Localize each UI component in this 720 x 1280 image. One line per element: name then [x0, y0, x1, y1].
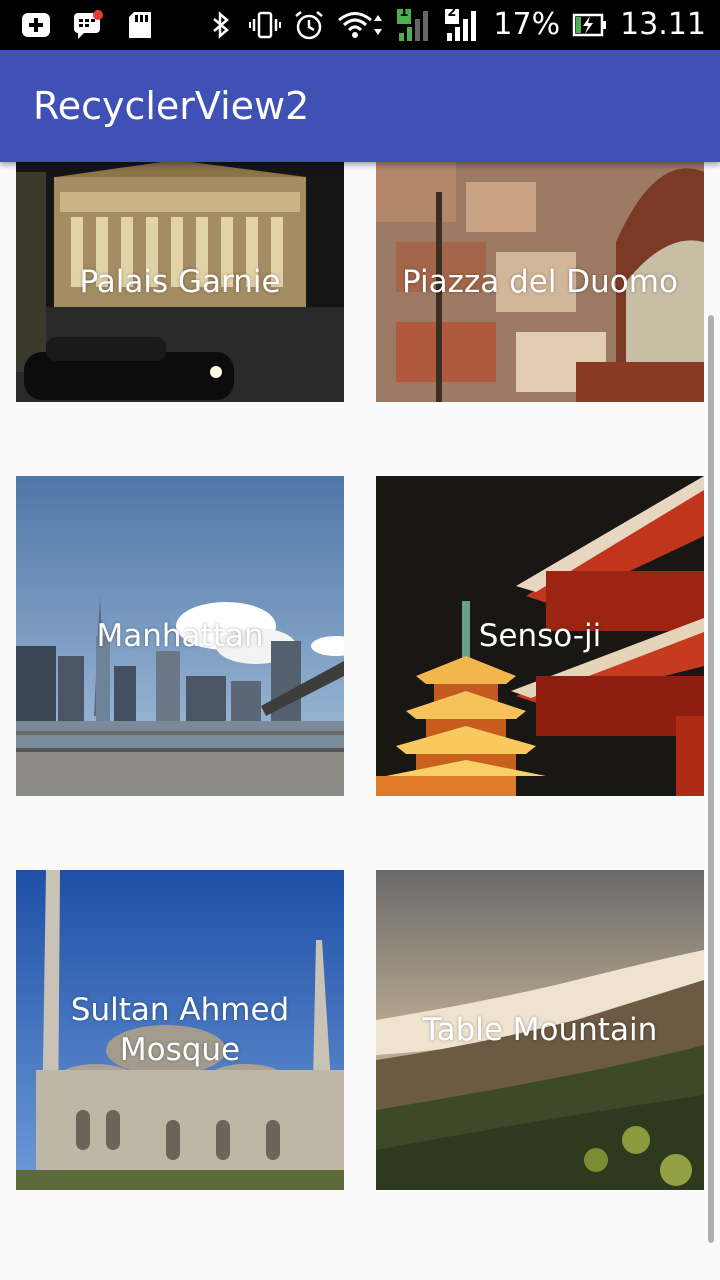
scrollbar[interactable] [708, 315, 714, 1243]
sim2-label: 2 [447, 5, 457, 20]
place-label: Table Mountain [422, 1012, 658, 1048]
status-bar: 1 2 17% 13.11 [0, 0, 720, 50]
sim1-label: 1 [399, 5, 409, 20]
app-bar: RecyclerView2 [0, 50, 720, 162]
clock: 13.11 [620, 7, 706, 42]
battery-charging-icon [572, 9, 608, 41]
place-label: Palais Garnie [79, 264, 281, 300]
place-label: Sultan Ahmed Mosque [70, 992, 290, 1068]
place-card-manhattan[interactable]: Manhattan [16, 476, 344, 796]
add-box-icon [20, 9, 52, 41]
sim2-signal-icon: 2 [445, 5, 481, 41]
bluetooth-icon [205, 9, 237, 41]
place-label: Piazza del Duomo [402, 264, 678, 300]
wifi-icon [337, 9, 385, 41]
place-card-senso-ji[interactable]: Senso-ji [376, 476, 704, 796]
place-card-palais-garnie[interactable]: Palais Garnie [16, 162, 344, 402]
place-label: Senso-ji [478, 618, 602, 654]
place-card-table-mountain[interactable]: Table Mountain [376, 870, 704, 1190]
sim1-signal-icon: 1 [397, 5, 433, 41]
place-label: Manhattan [96, 618, 264, 654]
bbm-icon [72, 9, 104, 41]
battery-percent: 17% [493, 7, 561, 42]
recycler-grid[interactable]: Palais Garnie Piazza del Duomo Manhattan… [0, 162, 720, 1280]
alarm-icon [293, 9, 325, 41]
sd-card-icon [124, 9, 156, 41]
place-card-piazza-del-duomo[interactable]: Piazza del Duomo [376, 162, 704, 402]
app-title: RecyclerView2 [33, 84, 310, 128]
vibrate-icon [249, 9, 282, 41]
place-card-sultan-ahmed-mosque[interactable]: Sultan Ahmed Mosque [16, 870, 344, 1190]
